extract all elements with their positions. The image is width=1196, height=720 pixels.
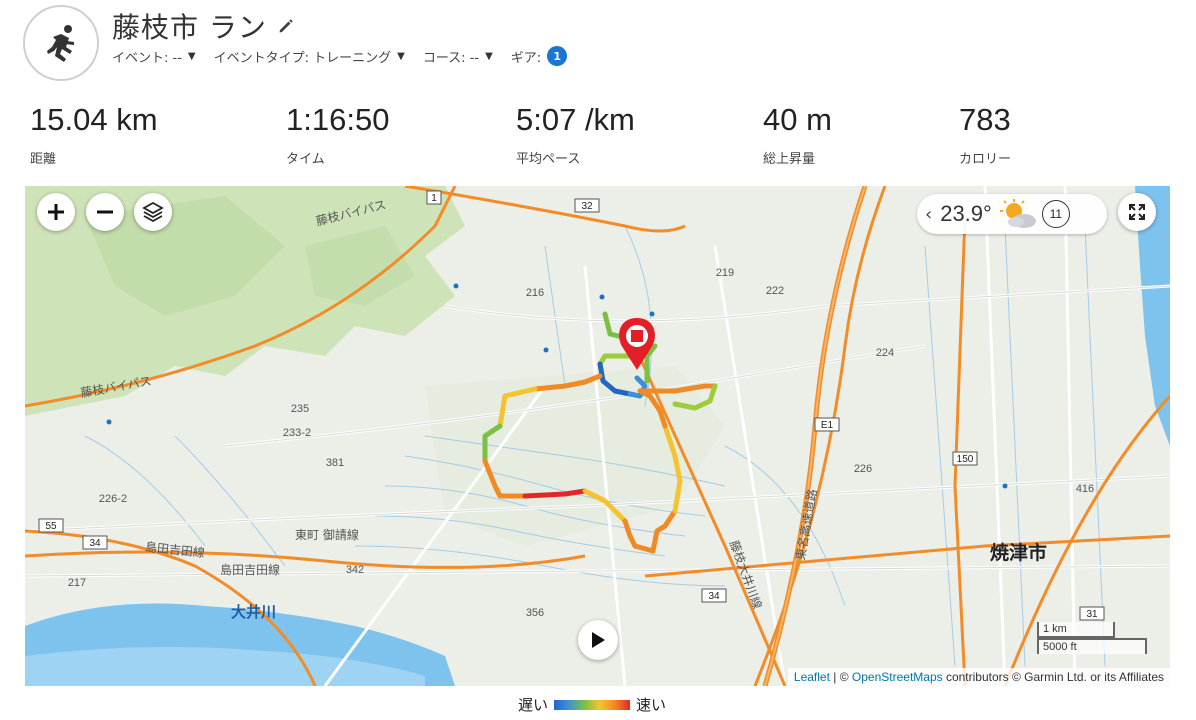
attribution-separator: | © [829,670,852,684]
route-e1-label: E1 [821,420,834,431]
event-type-dropdown[interactable]: イベントタイプ: トレーニング ▼ [214,47,405,66]
minus-icon [97,210,113,214]
elevation-gain-value: 40 m [763,102,832,137]
time-value: 1:16:50 [286,102,390,137]
zoom-out-button[interactable] [86,193,124,231]
partly-sunny-icon [999,199,1036,228]
fullscreen-button[interactable] [1118,193,1156,231]
stat-avg-pace: 5:07 /km 平均ペース [516,102,635,167]
road-219-label: 219 [716,267,734,279]
activity-header: 藤枝市 ラン イベント: -- ▼ イベントタイプ: トレーニング ▼ コース:… [20,4,1180,82]
stat-calories: 783 カロリー [959,102,1011,167]
activity-stats: 15.04 km 距離 1:16:50 タイム 5:07 /km 平均ペース 4… [30,102,1170,172]
plus-icon [48,204,64,220]
route-1-label: 1 [431,193,437,204]
play-icon [592,632,605,648]
road-381-label: 381 [326,457,344,469]
calories-value: 783 [959,102,1011,137]
chevron-left-icon[interactable]: ‹ [925,204,932,225]
avg-pace-label: 平均ペース [516,152,581,167]
time-badge[interactable]: 11 [1041,200,1070,228]
map-attribution: Leaflet | © OpenStreetMaps contributors … [787,668,1170,686]
distance-value: 15.04 km [30,102,158,137]
expand-icon [1129,204,1145,220]
road-224-label: 224 [876,347,894,359]
route-31-label: 31 [1086,609,1098,620]
pencil-edit-icon[interactable] [277,17,295,35]
road-label-tomachi: 東町 御請線 [295,528,359,542]
road-235-label: 235 [291,403,309,415]
gear-selector[interactable]: ギア: 1 [510,46,568,66]
time-badge-value: 11 [1049,207,1063,221]
layers-icon [142,201,164,223]
scale-imperial: 5000 ft [1037,638,1147,654]
route-55-label: 55 [45,521,57,532]
map-tiles[interactable]: 32 1 150 31 34 34 55 E1 222 224 226 416 … [25,186,1170,686]
route-150-label: 150 [957,454,974,465]
elevation-gain-label: 総上昇量 [763,152,816,167]
stat-elevation-gain: 40 m 総上昇量 [763,102,832,167]
road-226-label: 226 [854,463,872,475]
stat-distance: 15.04 km 距離 [30,102,158,167]
caret-down-icon: ▼ [485,50,493,62]
road-356-label: 356 [526,607,544,619]
route-32-label: 32 [581,201,593,212]
openstreetmaps-link[interactable]: OpenStreetMaps [852,670,943,684]
playback-button[interactable] [578,620,618,660]
legend-fast-label: 速い [636,696,667,714]
caret-down-icon: ▼ [397,50,405,62]
gear-label: ギア: [510,50,542,66]
route-34-label-east: 34 [708,591,720,602]
legend-slow-label: 遅い [518,696,549,714]
route-map[interactable]: 32 1 150 31 34 34 55 E1 222 224 226 416 … [25,186,1170,686]
event-dropdown[interactable]: イベント: -- ▼ [112,47,196,66]
course-dropdown[interactable]: コース: -- ▼ [423,47,493,66]
road-216-label: 216 [526,287,544,299]
stat-time: 1:16:50 タイム [286,102,389,167]
road-233-2-label: 233-2 [283,427,311,439]
road-342-label: 342 [346,564,364,576]
road-217-label: 217 [68,577,86,589]
caret-down-icon: ▼ [187,50,196,62]
gear-count-badge[interactable]: 1 [547,46,568,66]
course-label: コース: -- [422,50,480,66]
road-222-label: 222 [766,285,784,297]
river-label-oigawa: 大井川 [231,603,277,621]
attribution-text: contributors © Garmin Ltd. or its Affili… [942,670,1164,684]
event-type-label: イベントタイプ: トレーニング [213,50,392,66]
activity-title[interactable]: 藤枝市 ラン [112,6,267,46]
leaflet-link[interactable]: Leaflet [794,670,830,684]
road-416-label: 416 [1076,483,1094,495]
map-scale: 1 km 5000 ft [1037,622,1147,654]
map-layers-button[interactable] [134,193,172,231]
calories-label: カロリー [959,152,1012,167]
event-label: イベント: -- [112,50,182,66]
distance-label: 距離 [30,152,57,167]
city-label-yaizu: 焼津市 [990,542,1048,564]
scale-metric: 1 km [1037,622,1115,638]
weather-temperature: 23.9° [940,201,992,226]
running-activity-icon [23,5,99,81]
zoom-in-button[interactable] [37,193,75,231]
road-226-2-label: 226-2 [99,493,127,505]
pace-legend: 遅い 速い [518,694,666,715]
road-label-shimada-yoshida: 島田吉田線 [220,563,281,577]
pace-gradient-bar [554,699,631,710]
route-34-label-west: 34 [89,538,101,549]
time-label: タイム [286,152,325,167]
weather-widget[interactable]: ‹ 23.9° 11 [917,194,1107,234]
avg-pace-value: 5:07 /km [516,102,635,137]
